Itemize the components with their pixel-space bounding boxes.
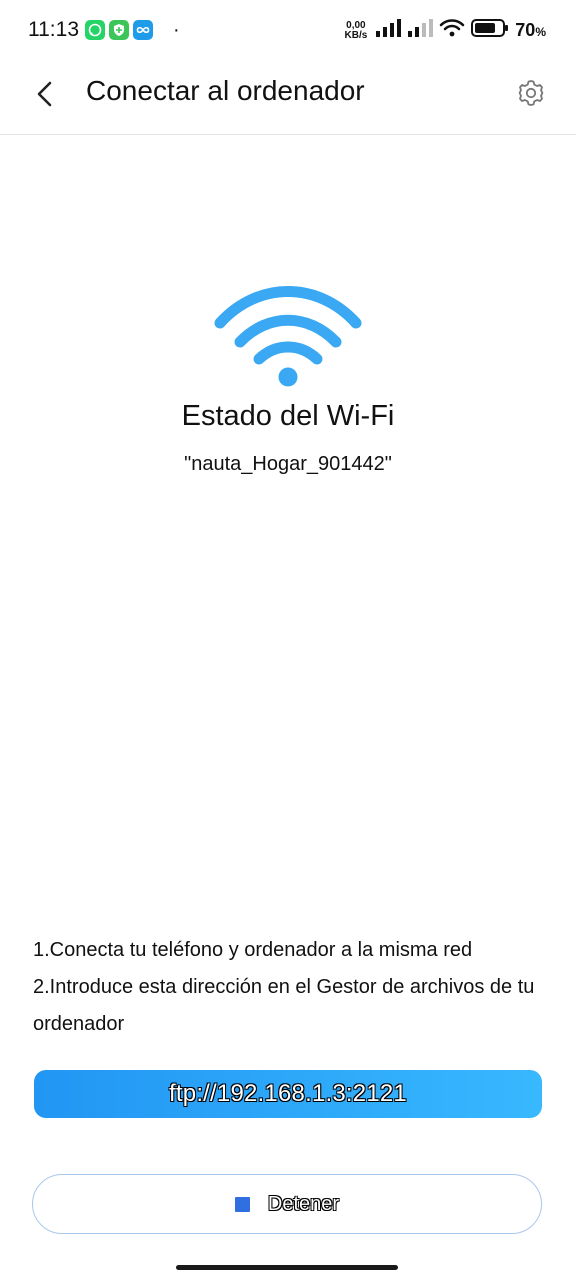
battery-percent-unit: % bbox=[535, 25, 546, 39]
gear-icon bbox=[518, 80, 544, 106]
instruction-step-1: 1.Conecta tu teléfono y ordenador a la m… bbox=[33, 939, 473, 961]
chevron-left-icon bbox=[37, 81, 52, 107]
page-title: Conectar al ordenador bbox=[86, 75, 365, 106]
stop-button-label: Detener bbox=[267, 1192, 340, 1215]
ftp-address-bar[interactable]: ftp://192.168.1.3:2121 bbox=[34, 1070, 542, 1118]
wifi-status-icon bbox=[439, 18, 465, 43]
status-dot: · bbox=[173, 19, 180, 41]
status-left: 11:13 · bbox=[28, 18, 180, 42]
app-bar: Conectar al ordenador bbox=[0, 64, 576, 135]
whatsapp-icon bbox=[85, 20, 105, 40]
network-speed-value: 0,00 bbox=[346, 19, 366, 31]
back-button[interactable] bbox=[30, 78, 62, 110]
battery-percent: 70% bbox=[515, 20, 546, 41]
instruction-step-2: 2.Introduce esta dirección en el Gestor … bbox=[33, 976, 535, 1035]
instructions: 1.Conecta tu teléfono y ordenador a la m… bbox=[33, 932, 543, 1043]
stop-button[interactable]: Detener bbox=[32, 1174, 542, 1234]
ftp-address-text: ftp://192.168.1.3:2121 bbox=[169, 1080, 407, 1107]
wifi-status-title: Estado del Wi-Fi bbox=[181, 400, 395, 432]
network-speed: 0,00 KB/s bbox=[344, 19, 368, 41]
stop-square-icon bbox=[234, 1196, 250, 1212]
shield-icon bbox=[109, 20, 129, 40]
status-bar: 11:13 · 0,00 KB/s 70% bbox=[0, 0, 576, 64]
network-speed-unit: KB/s bbox=[344, 29, 368, 41]
wifi-icon bbox=[210, 283, 366, 389]
battery-percent-value: 70 bbox=[515, 20, 536, 40]
battery-icon bbox=[471, 18, 509, 43]
home-indicator[interactable] bbox=[176, 1265, 398, 1270]
settings-button[interactable] bbox=[516, 78, 546, 108]
signal-icon bbox=[375, 18, 402, 43]
wifi-ssid: "nauta_Hogar_901442" bbox=[184, 453, 392, 475]
signal-icon-secondary bbox=[407, 18, 434, 43]
status-time: 11:13 bbox=[28, 18, 79, 41]
infinity-app-icon bbox=[133, 20, 153, 40]
status-right: 0,00 KB/s 70% bbox=[344, 18, 546, 43]
